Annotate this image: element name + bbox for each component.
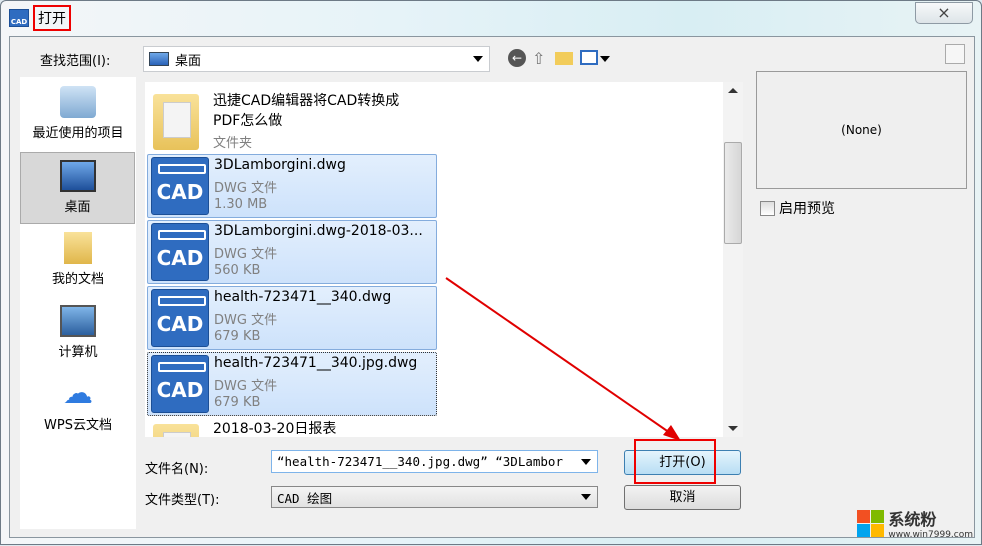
watermark-logo	[857, 509, 885, 537]
open-dialog: CAD 打开 × 查找范围(I): 桌面 ← ⇧ 最近使用的项目 桌面 我的文档…	[0, 0, 982, 545]
annotation-arrow	[445, 277, 681, 441]
watermark-text: 系统粉	[888, 510, 937, 529]
watermark: 系统粉 www.win7999.com	[857, 506, 973, 540]
watermark-url: www.win7999.com	[888, 530, 973, 540]
